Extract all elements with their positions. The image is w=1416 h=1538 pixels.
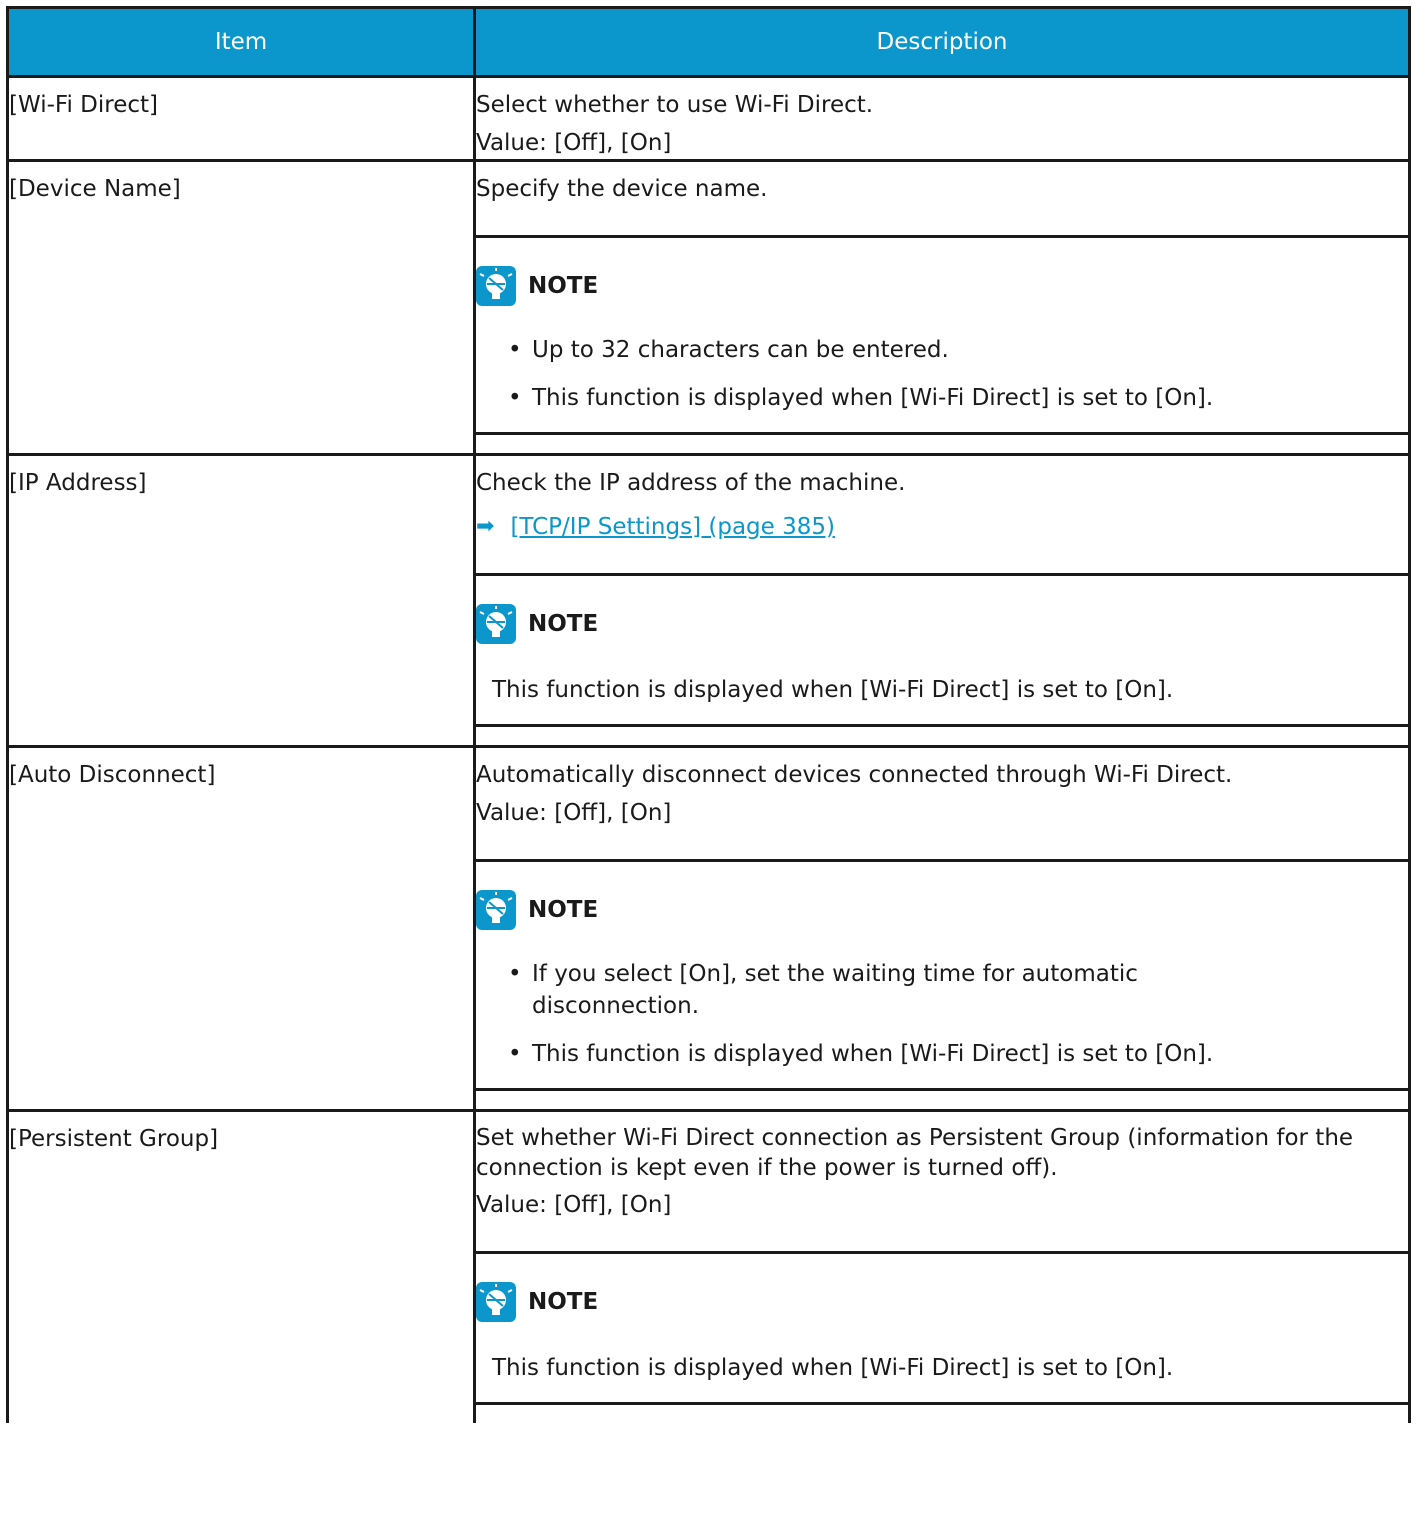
item-cell: [Persistent Group] [6,1109,476,1423]
description-cell: Automatically disconnect devices connect… [473,745,1411,1112]
note-bullet: This function is displayed when [Wi-Fi D… [508,1038,1288,1070]
note-bullet: If you select [On], set the waiting time… [508,958,1288,1022]
page: Item Description [Wi-Fi Direct] Select w… [0,0,1416,1538]
note-box: NOTE This function is displayed when [Wi… [476,1251,1408,1405]
note-header: NOTE [476,266,1408,306]
item-label: [Persistent Group] [9,1126,219,1152]
item-label: [Device Name] [9,176,181,202]
item-cell: [Device Name] [6,159,476,456]
note-label: NOTE [528,1289,599,1315]
item-cell: [Wi-Fi Direct] [6,75,476,162]
note-list: If you select [On], set the waiting time… [476,958,1408,1070]
note-header: NOTE [476,1282,1408,1322]
arrow-right-icon: ➡ [476,514,495,539]
description-line: Value: [Off], [On] [476,130,672,156]
description-line: Check the IP address of the machine. [476,470,906,496]
cross-reference: ➡ [TCP/IP Settings] (page 385) [476,511,1408,543]
note-text: This function is displayed when [Wi-Fi D… [492,677,1174,703]
description-line: Value: [Off], [On] [476,800,672,826]
item-label: [Auto Disconnect] [9,762,216,788]
table-row: [Persistent Group] Set whether Wi-Fi Dir… [6,1109,1411,1423]
lightbulb-note-icon [476,890,516,930]
note-label: NOTE [528,897,599,923]
description-cell: Set whether Wi-Fi Direct connection as P… [473,1109,1411,1423]
table-row: [IP Address] Check the IP address of the… [6,453,1411,748]
description-line: Select whether to use Wi-Fi Direct. [476,92,874,118]
description-column-header: Description [473,6,1411,77]
description-cell: Select whether to use Wi-Fi Direct. Valu… [473,75,1411,162]
note-bullet: This function is displayed when [Wi-Fi D… [508,382,1408,414]
table-row: [Device Name] Specify the device name. N… [6,159,1411,456]
item-label: [Wi-Fi Direct] [9,92,158,118]
description-line: Automatically disconnect devices connect… [476,762,1233,788]
note-header: NOTE [476,890,1408,930]
description-line: Value: [Off], [On] [476,1192,672,1218]
description-line: Specify the device name. [476,176,768,202]
note-header: NOTE [476,604,1408,644]
note-box: NOTE Up to 32 characters can be entered.… [476,235,1408,435]
lightbulb-note-icon [476,266,516,306]
settings-table: Item Description [Wi-Fi Direct] Select w… [6,6,1411,1423]
tcpip-settings-link[interactable]: [TCP/IP Settings] (page 385) [510,511,835,543]
item-column-header: Item [6,6,476,77]
note-list: Up to 32 characters can be entered. This… [476,334,1408,414]
note-text: This function is displayed when [Wi-Fi D… [492,1355,1174,1381]
table-row: [Auto Disconnect] Automatically disconne… [6,745,1411,1112]
table-row: [Wi-Fi Direct] Select whether to use Wi-… [6,75,1411,162]
table-header-row: Item Description [6,6,1411,77]
item-cell: [Auto Disconnect] [6,745,476,1112]
note-box: NOTE This function is displayed when [Wi… [476,573,1408,727]
note-label: NOTE [528,273,599,299]
note-box: NOTE If you select [On], set the waiting… [476,859,1408,1091]
lightbulb-note-icon [476,604,516,644]
item-label: [IP Address] [9,470,147,496]
lightbulb-note-icon [476,1282,516,1322]
description-line: Set whether Wi-Fi Direct connection as P… [476,1125,1354,1181]
note-label: NOTE [528,611,599,637]
description-cell: Specify the device name. NOTE • Up to 32… [473,159,1411,456]
description-cell: Check the IP address of the machine. ➡ [… [473,453,1411,748]
note-bullet: Up to 32 characters can be entered. [508,334,1408,366]
item-cell: [IP Address] [6,453,476,748]
